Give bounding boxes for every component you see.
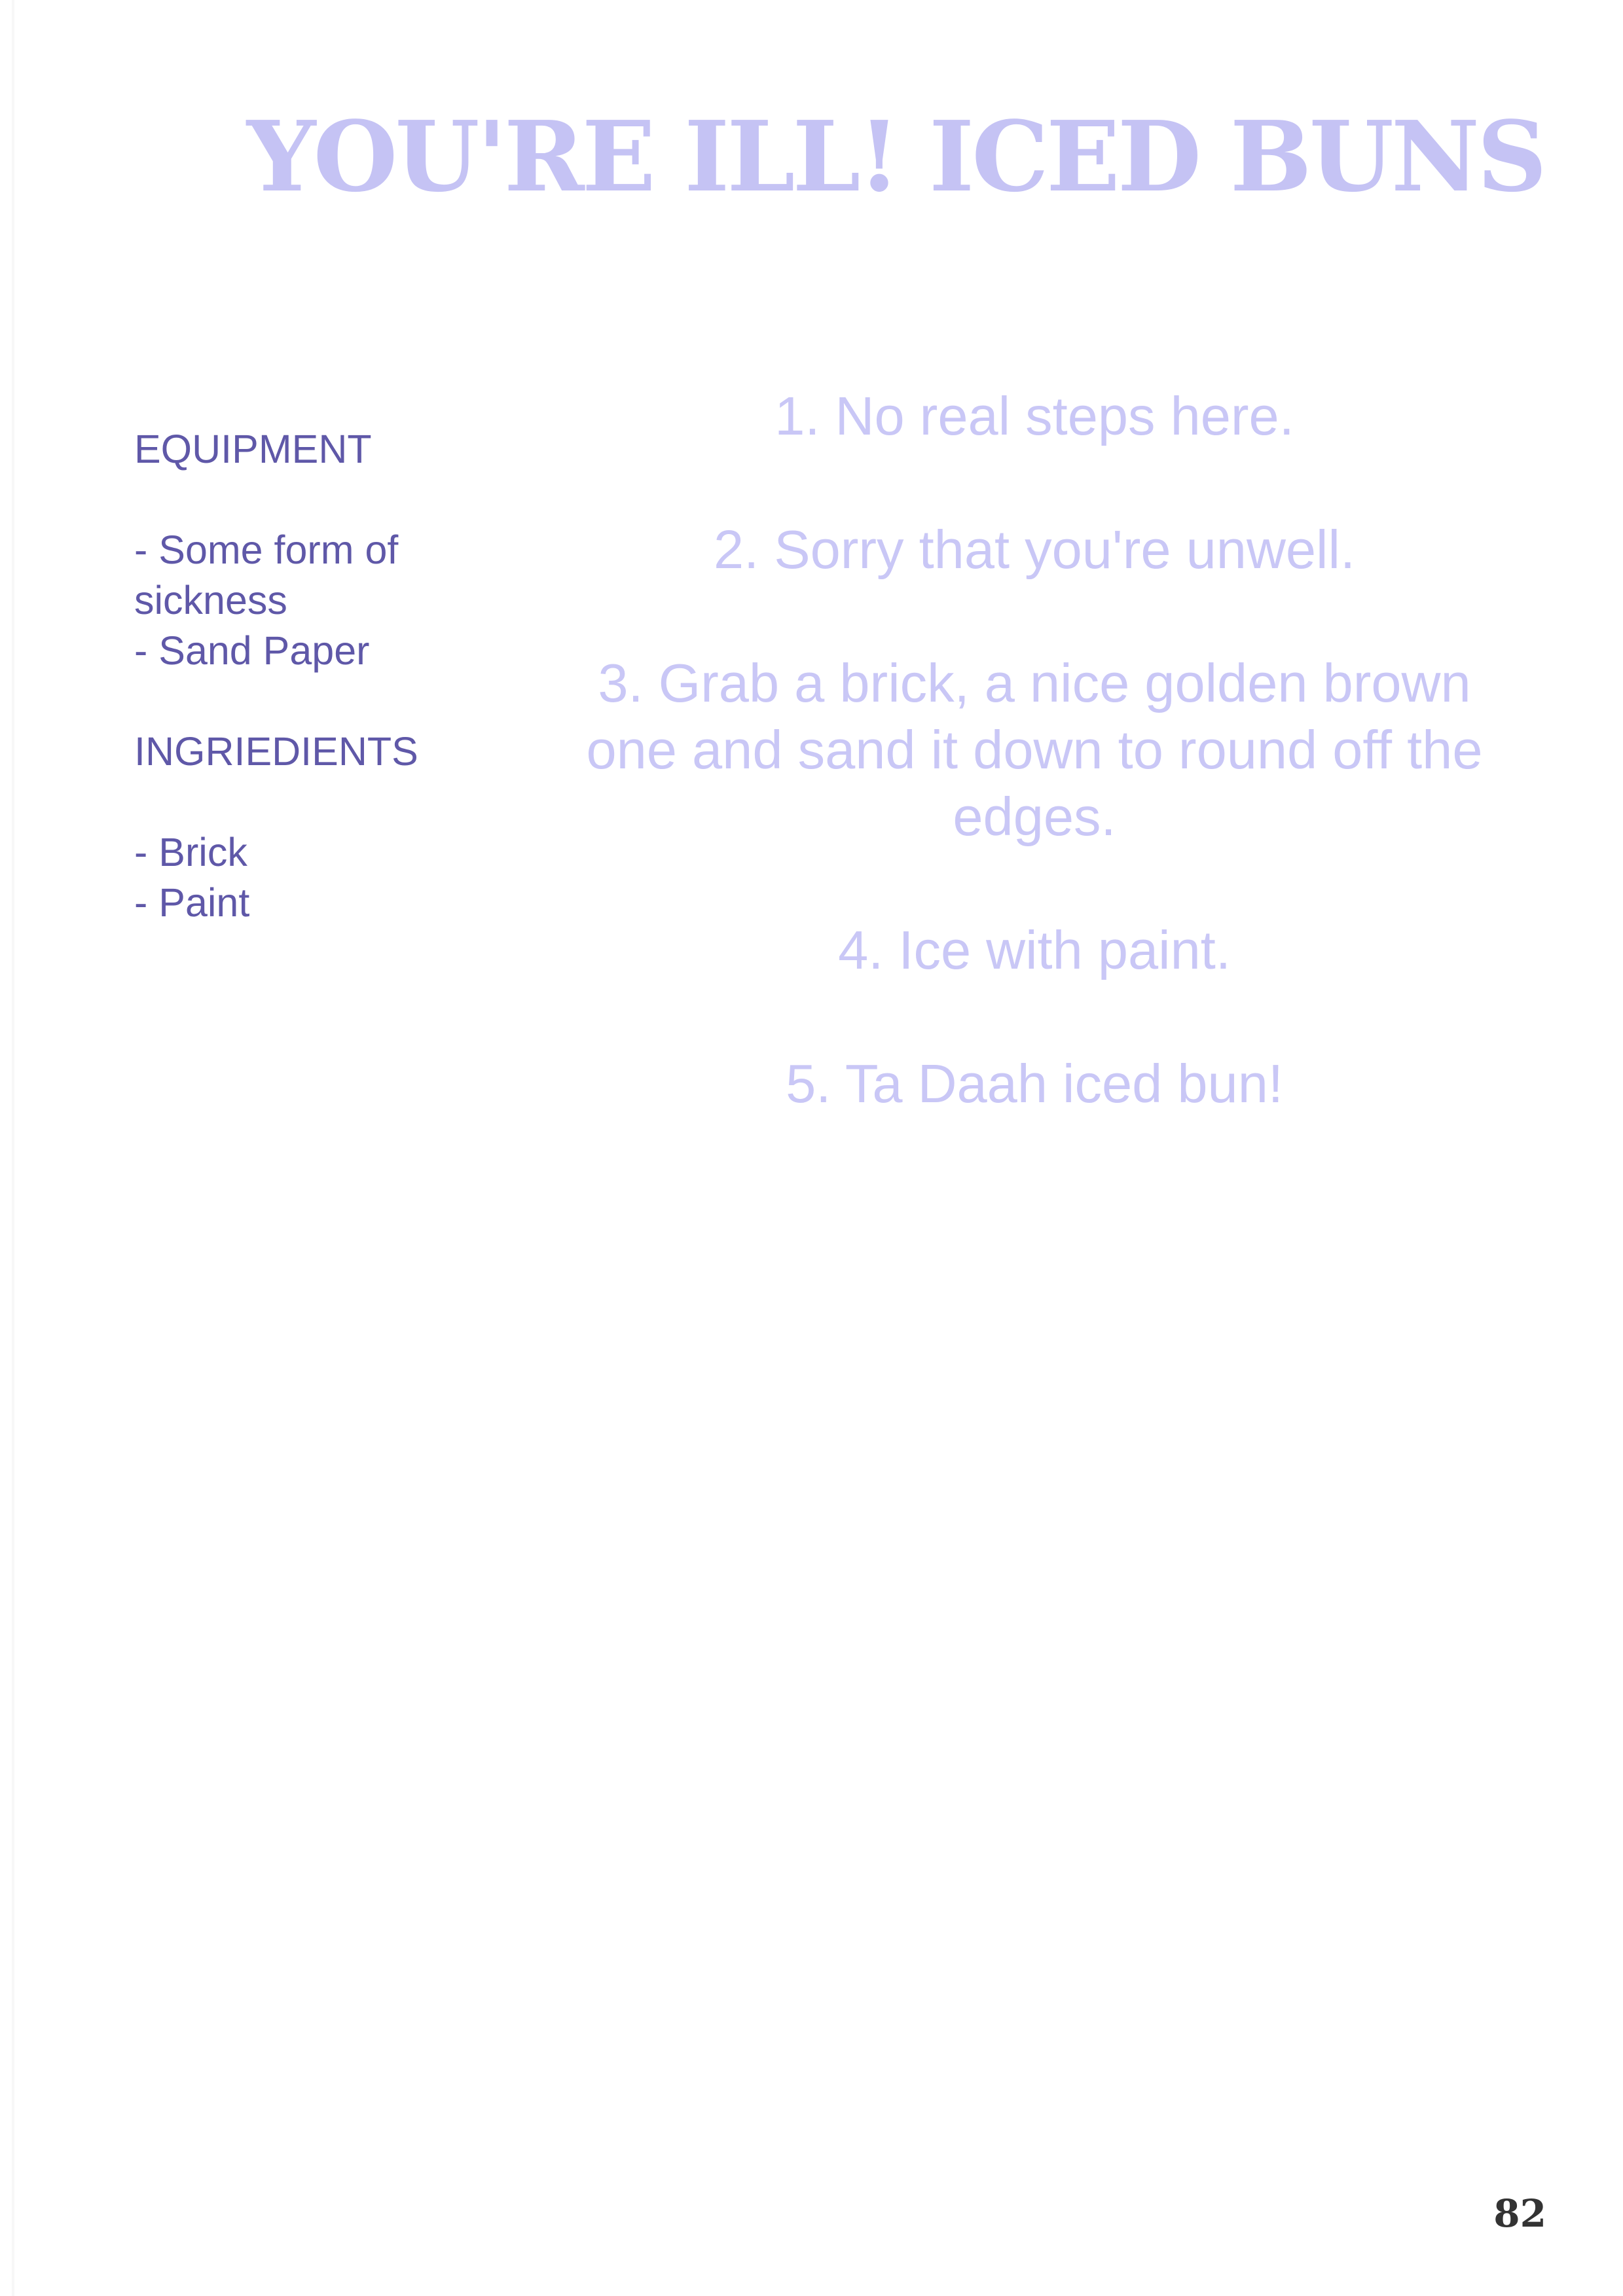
- equipment-item: - Some form of sickness: [134, 528, 399, 622]
- equipment-list: - Some form of sickness - Sand Paper: [134, 525, 501, 676]
- page-title: YOU'RE ILL! ICED BUNS: [246, 99, 1547, 213]
- page-number: 82: [1493, 2191, 1546, 2236]
- equipment-item: - Sand Paper: [134, 628, 370, 673]
- step-item: 5. Ta Daah iced bun!: [786, 1053, 1283, 1114]
- ingredients-list: - Brick - Paint: [134, 827, 501, 928]
- step-item: 3. Grab a brick, a nice golden brown one…: [586, 653, 1483, 847]
- sidebar: EQUIPMENT - Some form of sickness - Sand…: [134, 424, 501, 928]
- page-edge: [12, 0, 14, 2296]
- method-steps: 1. No real steps here. 2. Sorry that you…: [563, 383, 1506, 1184]
- step-item: 2. Sorry that you're unwell.: [713, 519, 1356, 580]
- step-item: 1. No real steps here.: [775, 386, 1294, 446]
- step-item: 4. Ice with paint.: [838, 920, 1231, 980]
- ingredients-heading: INGRIEDIENTS: [134, 729, 418, 774]
- ingredient-item: - Paint: [134, 880, 250, 925]
- steps-list: 1. No real steps here. 2. Sorry that you…: [563, 383, 1506, 1117]
- ingredient-item: - Brick: [134, 830, 247, 874]
- equipment-heading: EQUIPMENT: [134, 427, 372, 471]
